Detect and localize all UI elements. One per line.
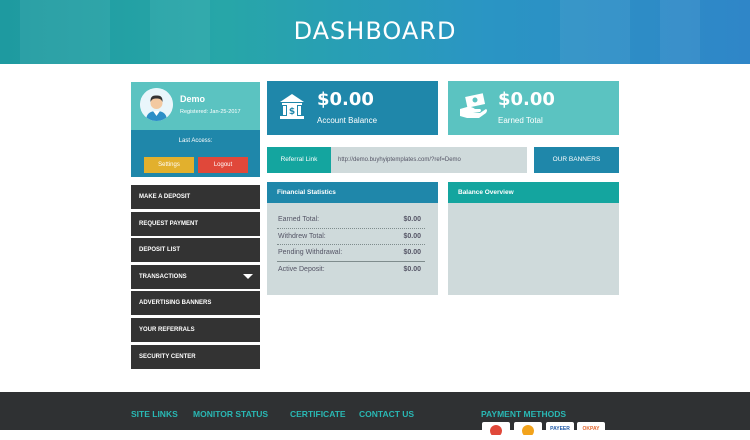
sidebar-item-label: DEPOSIT LIST [139, 247, 181, 254]
sidebar-item-deposit-list[interactable]: DEPOSIT LIST [131, 238, 260, 263]
sidebar-item-label: REQUEST PAYMENT [139, 220, 199, 227]
stat-label: Pending Withdrawal: [278, 249, 343, 256]
last-access-label: Last Access: [131, 130, 260, 152]
account-balance-label: Account Balance [317, 116, 378, 125]
stat-value: $0.00 [403, 249, 421, 256]
stat-value: $0.00 [403, 265, 421, 273]
cash-hand-icon [458, 91, 488, 121]
earned-total-value: $0.00 [498, 89, 555, 110]
caret-down-icon [243, 273, 253, 279]
stat-label: Active Deposit: [278, 265, 325, 273]
referral-link-field[interactable] [331, 147, 527, 173]
sidebar-item-advertising-banners[interactable]: ADVERTISING BANNERS [131, 291, 260, 316]
perfectmoney-icon [482, 422, 510, 437]
account-balance-card: $ $0.00 Account Balance [267, 81, 438, 135]
sidebar-item-label: YOUR REFERRALS [139, 326, 195, 333]
bank-icon: $ [277, 91, 307, 121]
svg-text:$: $ [289, 107, 295, 117]
our-banners-button[interactable]: OUR BANNERS [534, 147, 619, 173]
okpay-icon: OKPAY [577, 422, 605, 434]
avatar [140, 88, 173, 121]
stat-row-earned-total: Earned Total: $0.00 [277, 212, 425, 229]
sidebar-item-security-center[interactable]: SECURITY CENTER [131, 344, 260, 369]
footer-link-site-links[interactable]: SITE LINKS [131, 409, 178, 419]
stat-row-active-deposit: Active Deposit: $0.00 [277, 262, 425, 279]
stat-value: $0.00 [403, 216, 421, 223]
page-title: DASHBOARD [293, 17, 457, 45]
settings-button[interactable]: Settings [144, 157, 194, 173]
earned-total-card: $0.00 Earned Total [448, 81, 619, 135]
user-name: Demo [180, 94, 206, 104]
footer-link-monitor-status[interactable]: MONITOR STATUS [193, 409, 268, 419]
user-profile-box: Demo Registered: Jan-25-2017 [131, 82, 260, 130]
balance-overview-panel: Balance Overview [448, 182, 619, 295]
sidebar-item-label: SECURITY CENTER [139, 353, 196, 360]
stat-value: $0.00 [403, 232, 421, 240]
header-banner: DASHBOARD [0, 0, 750, 64]
panel-title: Balance Overview [448, 182, 619, 203]
account-balance-value: $0.00 [317, 89, 374, 110]
sidebar-menu: MAKE A DEPOSIT REQUEST PAYMENT DEPOSIT L… [131, 185, 260, 371]
logout-button[interactable]: Logout [198, 157, 248, 173]
registered-date: Registered: Jan-25-2017 [180, 109, 241, 115]
sidebar-item-label: ADVERTISING BANNERS [139, 300, 212, 307]
stat-row-pending-withdrawal: Pending Withdrawal: $0.00 [277, 245, 425, 262]
sidebar-item-your-referrals[interactable]: YOUR REFERRALS [131, 317, 260, 342]
footer-link-contact-us[interactable]: CONTACT US [359, 409, 414, 419]
stats-list: Earned Total: $0.00 Withdrew Total: $0.0… [277, 212, 425, 278]
sidebar-item-transactions[interactable]: TRANSACTIONS [131, 264, 260, 289]
stat-label: Earned Total: [278, 216, 320, 223]
sidebar-item-request-payment[interactable]: REQUEST PAYMENT [131, 211, 260, 236]
payeer-icon: PAYEER [546, 422, 574, 434]
referral-link-label: Referral Link [267, 147, 331, 173]
sidebar-item-label: MAKE A DEPOSIT [139, 194, 191, 200]
footer-link-certificate[interactable]: CERTIFICATE [290, 409, 346, 419]
stat-label: Withdrew Total: [278, 232, 326, 240]
sidebar-item-make-deposit[interactable]: MAKE A DEPOSIT [131, 185, 260, 209]
user-actions: Settings Logout [131, 152, 260, 177]
payment-methods-title: PAYMENT METHODS [481, 409, 567, 419]
bitcoin-icon [514, 422, 542, 437]
sidebar-item-label: TRANSACTIONS [139, 273, 187, 280]
panel-title: Financial Statistics [267, 182, 438, 203]
earned-total-label: Earned Total [498, 116, 543, 125]
stat-row-withdrew-total: Withdrew Total: $0.00 [277, 229, 425, 245]
financial-statistics-panel: Financial Statistics Earned Total: $0.00… [267, 182, 438, 295]
